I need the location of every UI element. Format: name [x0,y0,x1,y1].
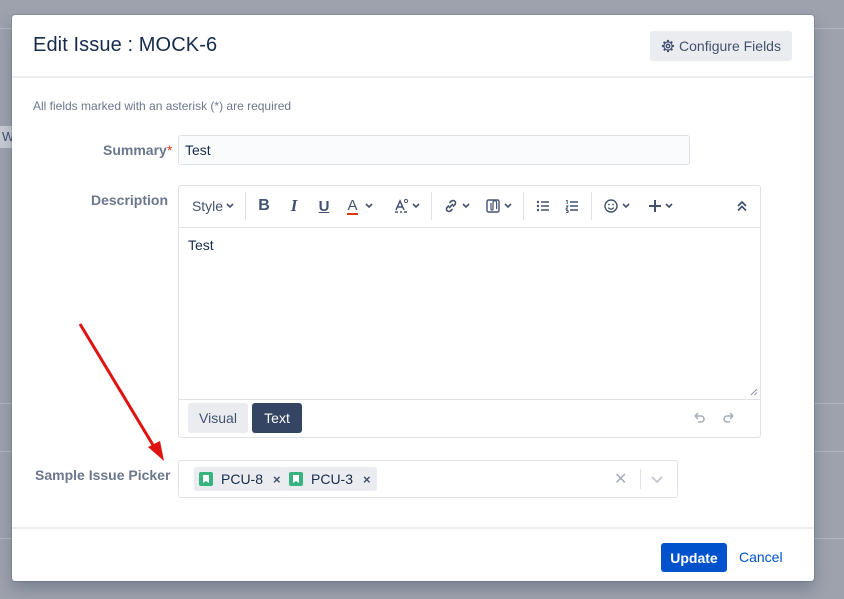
visual-mode-tab[interactable]: Visual [188,403,248,433]
story-icon [199,472,213,486]
description-textarea[interactable]: Test [188,237,214,253]
summary-input[interactable]: Test [178,135,690,165]
text-color-button[interactable]: A [343,194,377,218]
resize-handle-icon[interactable] [750,388,758,396]
configure-fields-button[interactable]: Configure Fields [650,31,792,61]
bold-button[interactable]: B [253,194,275,218]
remove-chip-icon[interactable]: × [363,472,371,487]
style-dropdown-label: Style [191,198,224,214]
link-button[interactable] [439,194,473,218]
chevron-down-icon [664,203,673,209]
attachment-icon [485,199,500,213]
gear-icon [661,39,675,53]
update-button[interactable]: Update [661,543,727,572]
collapse-toolbar-icon [737,200,747,212]
emoji-button[interactable] [599,194,633,218]
issue-chip: PCU-3 × [284,467,377,491]
dialog-footer: Update Cancel [12,527,814,583]
editor-toolbar: Style B I U A [179,186,760,228]
issue-picker-field[interactable]: PCU-8 × PCU-3 × ✕ [178,460,678,498]
dialog-title: Edit Issue : MOCK-6 [33,34,218,56]
numbered-list-icon [565,200,578,213]
toolbar-separator [431,192,432,220]
issue-chip-label: PCU-3 [311,471,354,487]
summary-label: Summary* [103,142,172,158]
style-dropdown[interactable]: Style [191,194,235,218]
chevron-down-icon [411,203,420,209]
redo-icon[interactable] [721,410,737,426]
toolbar-separator [245,192,246,220]
undo-icon[interactable] [691,410,707,426]
cancel-link[interactable]: Cancel [739,549,783,565]
chevron-down-icon [621,203,630,209]
remove-chip-icon[interactable]: × [273,472,281,487]
dialog-header: Edit Issue : MOCK-6 Configure Fields [12,15,814,78]
summary-label-text: Summary [103,142,167,158]
collapse-toolbar-button[interactable] [731,194,753,218]
bullet-list-icon [536,200,549,212]
configure-fields-label: Configure Fields [679,38,781,54]
chevron-down-icon [364,203,373,209]
text-effects-button[interactable] [391,194,421,218]
chevron-down-icon [503,203,512,209]
description-editor: Style B I U A Test Visual Text [178,185,761,438]
required-fields-note: All fields marked with an asterisk (*) a… [33,99,292,113]
story-icon [289,472,303,486]
issue-chip: PCU-8 × [194,467,287,491]
edit-issue-dialog: Edit Issue : MOCK-6 Configure Fields All… [12,15,814,581]
link-icon [445,199,456,213]
bold-icon: B [258,197,270,214]
bullet-list-button[interactable] [532,194,554,218]
editor-mode-bar: Visual Text [179,399,760,439]
insert-more-button[interactable] [643,194,677,218]
italic-icon: I [290,196,298,215]
attachment-button[interactable] [481,194,515,218]
required-asterisk: * [166,142,173,158]
italic-button[interactable]: I [283,194,305,218]
chevron-down-icon [226,203,234,209]
chevron-down-icon[interactable] [649,471,665,487]
underline-button[interactable]: U [313,194,335,218]
text-mode-tab[interactable]: Text [252,403,302,433]
description-label: Description [91,192,169,208]
picker-separator [640,469,641,489]
issue-picker-label: Sample Issue Picker [35,467,171,483]
numbered-list-button[interactable] [561,194,583,218]
toolbar-separator [591,192,592,220]
text-effects-icon [394,198,408,213]
chevron-down-icon [461,203,470,209]
underline-icon: U [318,197,330,215]
issue-chip-label: PCU-8 [221,471,264,487]
toolbar-separator [523,192,524,220]
insert-more-icon [648,200,661,212]
clear-selection-icon[interactable]: ✕ [614,469,627,489]
text-color-icon: A [347,196,358,215]
emoji-icon [603,199,618,213]
